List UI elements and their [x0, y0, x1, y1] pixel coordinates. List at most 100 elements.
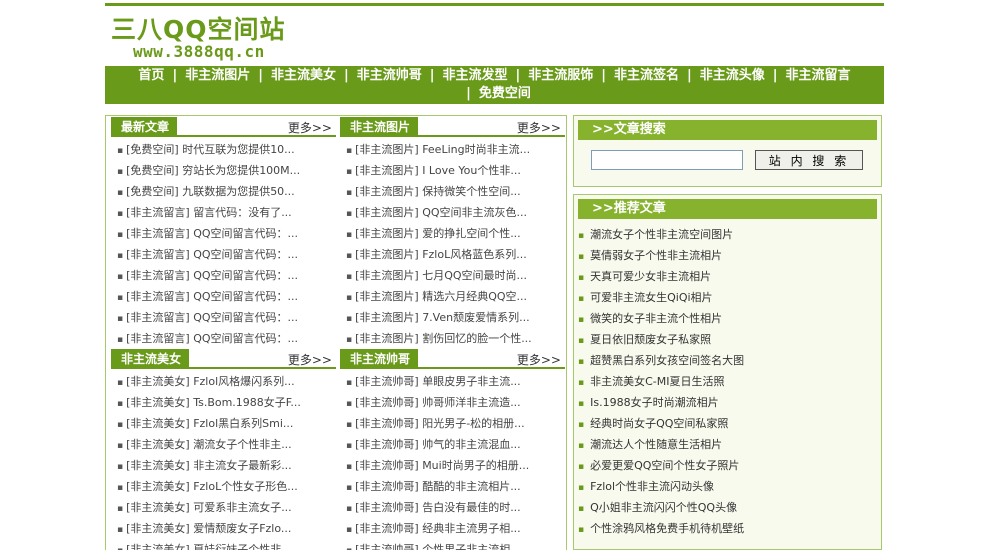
recommended-link[interactable]: 经典时尚女子QQ空间私家照 — [590, 417, 728, 430]
article-link[interactable]: [非主流美女] Fzlol黑白系列Smi... — [126, 417, 293, 430]
article-link[interactable]: [免费空间] 穷站长为您提供100M... — [126, 164, 300, 177]
nav-item[interactable]: 非主流图片 — [185, 68, 250, 83]
article-link[interactable]: [免费空间] 九联数据为您提供50... — [126, 185, 295, 198]
article-link[interactable]: [非主流帅哥] 酷酷的非主流相片... — [355, 480, 521, 493]
recommended-item[interactable]: ▪ 可爱非主流女生QiQi相片 — [578, 287, 881, 308]
recommended-item[interactable]: ▪ 微笑的女子非主流个性相片 — [578, 308, 881, 329]
article-link[interactable]: [非主流图片] 七月QQ空间最时尚... — [355, 269, 527, 282]
article-link[interactable]: [非主流图片] 爱的挣扎空间个性... — [355, 227, 521, 240]
more-link[interactable]: 更多>> — [288, 351, 332, 368]
top-divider — [105, 3, 884, 6]
nav-item[interactable]: 非主流服饰 — [528, 68, 593, 83]
nav-item[interactable]: 首页 — [138, 68, 164, 83]
recommended-link[interactable]: 个性涂鸦风格免费手机待机壁纸 — [590, 522, 744, 535]
article-link[interactable]: [非主流美女] FzloL个性女子形色... — [126, 480, 298, 493]
article-link[interactable]: [非主流图片] FzloL风格蓝色系列... — [355, 248, 527, 261]
recommended-link[interactable]: 微笑的女子非主流个性相片 — [590, 312, 722, 325]
article-link[interactable]: [非主流帅哥] 帅哥师洋非主流造... — [355, 396, 521, 409]
recommended-item[interactable]: ▪ 必爱更爱QQ空间个性女子照片 — [578, 455, 881, 476]
recommended-link[interactable]: Is.1988女子时尚潮流相片 — [590, 396, 718, 409]
recommended-item[interactable]: ▪ 经典时尚女子QQ空间私家照 — [578, 413, 881, 434]
recommended-link[interactable]: 可爱非主流女生QiQi相片 — [590, 291, 712, 304]
recommended-link[interactable]: Q小姐非主流闪闪个性QQ头像 — [590, 501, 737, 514]
recommended-item[interactable]: ▪ 潮流女子个性非主流空间图片 — [578, 224, 881, 245]
nav-item[interactable]: 免费空间 — [479, 86, 531, 101]
article-link[interactable]: [非主流美女] 非主流女子最新彩... — [126, 459, 292, 472]
article-link[interactable]: [非主流美女] Fzlol风格爆闪系列... — [126, 375, 295, 388]
nav-item[interactable]: 非主流留言 — [786, 68, 851, 83]
more-link[interactable]: 更多>> — [288, 119, 332, 136]
article-link[interactable]: [非主流帅哥] 阳光男子-松的相册... — [355, 417, 525, 430]
list-item: ▪ [非主流美女] Fzlol黑白系列Smi... — [111, 413, 336, 434]
recommended-item[interactable]: ▪ Q小姐非主流闪闪个性QQ头像 — [578, 497, 881, 518]
article-list: ▪ [免费空间] 时代互联为您提供10... ▪ [免费空间] 穷站长为您提供100M… — [111, 139, 336, 349]
recommended-item[interactable]: ▪ 非主流美女C-MI夏日生活照 — [578, 371, 881, 392]
article-link[interactable]: [非主流帅哥] 个性男子非主流相... — [355, 543, 521, 550]
article-link[interactable]: [非主流帅哥] 经典非主流男子相... — [355, 522, 521, 535]
recommended-link[interactable]: 潮流达人个性随意生活相片 — [590, 438, 722, 451]
article-link[interactable]: [非主流图片] 7.Ven颓废爱情系列... — [355, 311, 529, 324]
article-link[interactable]: [非主流留言] QQ空间留言代码：... — [126, 227, 298, 240]
list-item: ▪ [非主流留言] QQ空间留言代码：... — [111, 223, 336, 244]
article-link[interactable]: [非主流留言] QQ空间留言代码：... — [126, 290, 298, 303]
recommended-item[interactable]: ▪ 潮流达人个性随意生活相片 — [578, 434, 881, 455]
article-link[interactable]: [非主流美女] 夏娃衍妹子个性非... — [126, 543, 292, 550]
recommended-item[interactable]: ▪ Fzlol个性非主流闪动头像 — [578, 476, 881, 497]
article-link[interactable]: [非主流图片] I Love You个性非... — [355, 164, 521, 177]
article-link[interactable]: [非主流留言] QQ空间留言代码：... — [126, 332, 298, 345]
recommended-link[interactable]: 潮流女子个性非主流空间图片 — [590, 228, 733, 241]
article-link[interactable]: [非主流美女] 爱情颓废女子Fzlo... — [126, 522, 291, 535]
recommended-link[interactable]: 超赞黑白系列女孩空间签名大图 — [590, 354, 744, 367]
bullet-icon: ▪ — [117, 272, 124, 282]
article-link[interactable]: [免费空间] 时代互联为您提供10... — [126, 143, 295, 156]
list-item: ▪[非主流帅哥] 个性男子非主流相... — [340, 539, 565, 550]
recommended-link[interactable]: 莫倩弱女子个性非主流相片 — [590, 249, 722, 262]
recommended-item[interactable]: ▪ 莫倩弱女子个性非主流相片 — [578, 245, 881, 266]
recommended-link[interactable]: 非主流美女C-MI夏日生活照 — [590, 375, 724, 388]
recommended-item[interactable]: ▪ 天真可爱少女非主流相片 — [578, 266, 881, 287]
bullet-icon: ▪ — [578, 294, 585, 304]
article-link[interactable]: [非主流图片] 保持微笑个性空间... — [355, 185, 521, 198]
recommended-item[interactable]: ▪ 超赞黑白系列女孩空间签名大图 — [578, 350, 881, 371]
article-list: ▪ [非主流美女] Fzlol风格爆闪系列... ▪ [非主流美女] Ts.Bom.1… — [111, 371, 336, 550]
recommended-item[interactable]: ▪ 夏日依旧颓废女子私家照 — [578, 329, 881, 350]
page-wrapper: 三八QQ空间站 www.3888qq.cn 首页 | 非主流图片 | 非主流美女 | 非主流… — [105, 0, 884, 550]
article-link[interactable]: [非主流留言] QQ空间留言代码：... — [126, 248, 298, 261]
list-item: ▪ [非主流图片] 保持微笑个性空间... — [340, 181, 565, 202]
article-link[interactable]: [非主流留言] 留言代码：没有了... — [126, 206, 292, 219]
recommended-item[interactable]: ▪ Is.1988女子时尚潮流相片 — [578, 392, 881, 413]
search-button[interactable]: 站 内 搜 索 — [755, 150, 863, 170]
nav-separator: | — [772, 68, 778, 83]
recommended-link[interactable]: Fzlol个性非主流闪动头像 — [590, 480, 714, 493]
nav-item[interactable]: 非主流签名 — [614, 68, 679, 83]
recommended-link[interactable]: 天真可爱少女非主流相片 — [590, 270, 711, 283]
article-link[interactable]: [非主流图片] 割伤回忆的脸一个性... — [355, 332, 532, 345]
site-logo[interactable]: 三八QQ空间站 www.3888qq.cn — [109, 8, 309, 68]
recommended-link[interactable]: 必爱更爱QQ空间个性女子照片 — [590, 459, 739, 472]
bullet-icon: ▪ — [578, 357, 585, 367]
recommended-item[interactable]: ▪ 个性涂鸦风格免费手机待机壁纸 — [578, 518, 881, 539]
article-link[interactable]: [非主流帅哥] 单眼皮男子非主流... — [355, 375, 521, 388]
nav-item[interactable]: 非主流帅哥 — [357, 68, 422, 83]
article-link[interactable]: [非主流帅哥] 帅气的非主流混血... — [355, 438, 521, 451]
recommended-link[interactable]: 夏日依旧颓废女子私家照 — [590, 333, 711, 346]
article-link[interactable]: [非主流帅哥] Mui时尚男子的相册... — [355, 459, 529, 472]
article-link[interactable]: [非主流美女] Ts.Bom.1988女子F... — [126, 396, 301, 409]
article-link[interactable]: [非主流留言] QQ空间留言代码：... — [126, 269, 298, 282]
nav-item[interactable]: 非主流发型 — [442, 68, 507, 83]
more-link[interactable]: 更多>> — [517, 351, 561, 368]
nav-item[interactable]: 非主流头像 — [700, 68, 765, 83]
list-item: ▪ [非主流图片] 精选六月经典QQ空... — [340, 286, 565, 307]
nav-item[interactable]: 非主流美女 — [271, 68, 336, 83]
more-link[interactable]: 更多>> — [517, 119, 561, 136]
article-link[interactable]: [非主流留言] QQ空间留言代码：... — [126, 311, 298, 324]
article-link[interactable]: [非主流美女] 潮流女子个性非主... — [126, 438, 292, 451]
article-link[interactable]: [非主流帅哥] 告白没有最佳的时... — [355, 501, 521, 514]
article-link[interactable]: [非主流美女] 可爱系非主流女子... — [126, 501, 292, 514]
recommended-panel: >>推荐文章 ▪ 潮流女子个性非主流空间图片 ▪ 莫倩弱女子个性非主流相片 ▪ 天真可爱少… — [573, 194, 882, 550]
search-input[interactable] — [591, 150, 743, 170]
article-link[interactable]: [非主流图片] FeeLing时尚非主流... — [355, 143, 530, 156]
article-link[interactable]: [非主流图片] QQ空间非主流灰色... — [355, 206, 527, 219]
list-item: ▪ [非主流留言] QQ空间留言代码：... — [111, 307, 336, 328]
article-link[interactable]: [非主流图片] 精选六月经典QQ空... — [355, 290, 527, 303]
